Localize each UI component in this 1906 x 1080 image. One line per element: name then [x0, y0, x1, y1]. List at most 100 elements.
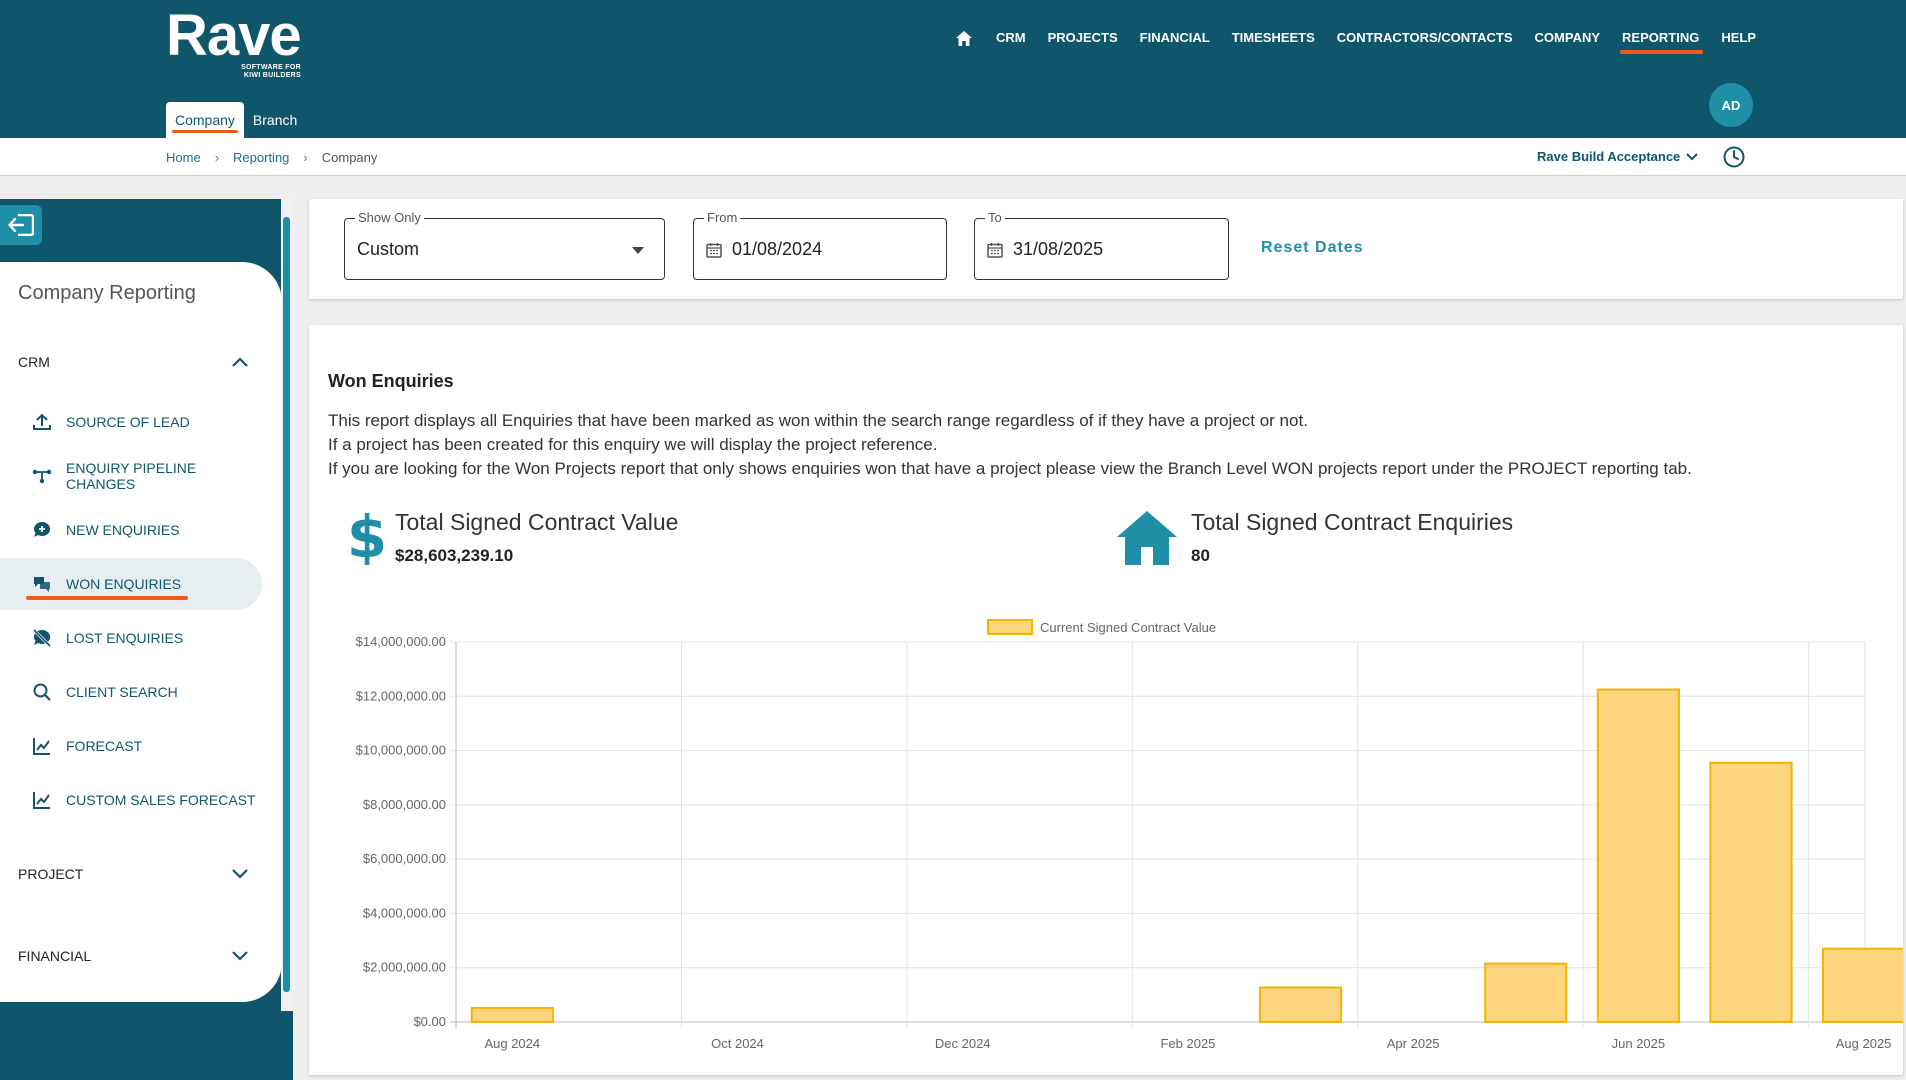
nav-company[interactable]: COMPANY: [1535, 26, 1600, 50]
nav-contractors-contacts[interactable]: CONTRACTORS/CONTACTS: [1337, 26, 1513, 50]
y-tick-label: $2,000,000.00: [363, 960, 446, 975]
clock-icon[interactable]: [1722, 145, 1746, 169]
bar-aug-2024[interactable]: [470, 1006, 554, 1023]
show-only-select[interactable]: Show Only Custom: [344, 210, 665, 280]
breadcrumb-home[interactable]: Home: [166, 150, 201, 165]
report-desc-line: If you are looking for the Won Projects …: [328, 459, 1692, 478]
section-project-label: PROJECT: [18, 866, 84, 882]
kpi-total-enquiries: Total Signed Contract Enquiries 80: [1115, 509, 1513, 566]
to-date-value: 31/08/2025: [1013, 239, 1104, 259]
show-only-value: Custom: [357, 239, 420, 259]
sidebar-item-lost-enquiries[interactable]: LOST ENQUIRIES: [0, 612, 262, 664]
chat-bubbles-icon: [34, 577, 50, 592]
won-enquiries-bar-chart: $0.00 $2,000,000.00 $4,000,000.00 $6,000,00…: [356, 619, 1903, 1051]
section-crm-header[interactable]: CRM: [18, 354, 248, 370]
sidebar-panel: Company Reporting CRM SOURCE OF LEAD ENQ…: [0, 262, 282, 1002]
from-date-value: 01/08/2024: [732, 239, 823, 259]
section-crm-label: CRM: [18, 354, 50, 370]
bar-may-2025[interactable]: [1484, 962, 1568, 1023]
x-tick-label: Oct 2024: [711, 1036, 764, 1051]
chevron-down-icon: [232, 869, 248, 879]
top-navigation: CRM PROJECTS FINANCIAL TIMESHEETS CONTRA…: [954, 26, 1756, 54]
rave-logo[interactable]: Rave SOFTWARE FOR KIWI BUILDERS: [166, 3, 306, 80]
y-tick-label: $6,000,000.00: [363, 851, 446, 866]
y-tick-label: $0.00: [413, 1014, 446, 1029]
sidebar-item-new-enquiries[interactable]: NEW ENQUIRIES: [0, 504, 262, 556]
x-tick-label: Jun 2025: [1612, 1036, 1666, 1051]
nav-projects[interactable]: PROJECTS: [1048, 26, 1118, 50]
calendar-icon: [706, 242, 722, 258]
date-filter-card: Show Only Custom From 01/08/2024 To 31/0…: [309, 199, 1903, 299]
sidebar-scrollbar-thumb[interactable]: [283, 217, 290, 992]
chat-off-icon: [32, 628, 52, 648]
bar-aug-2025[interactable]: [1822, 947, 1903, 1024]
breadcrumb: Home › Reporting › Company: [166, 150, 377, 165]
nav-crm[interactable]: CRM: [996, 26, 1026, 50]
reporting-subtabs: Company Branch: [166, 102, 306, 138]
calendar-icon: [987, 242, 1003, 258]
sidebar-item-custom-sales-forecast[interactable]: CUSTOM SALES FORECAST: [0, 774, 262, 826]
show-only-label: Show Only: [355, 210, 424, 225]
to-date-field[interactable]: To 31/08/2025: [974, 210, 1229, 280]
sidebar-item-label: WON ENQUIRIES: [66, 576, 182, 592]
y-tick-label: $8,000,000.00: [363, 797, 446, 812]
chevron-up-icon: [232, 357, 248, 367]
sidebar-item-won-enquiries[interactable]: WON ENQUIRIES: [0, 558, 262, 610]
tab-company[interactable]: Company: [166, 102, 244, 138]
report-desc-line: This report displays all Enquiries that …: [328, 411, 1308, 430]
legend-swatch: [987, 619, 1033, 635]
nav-help[interactable]: HELP: [1721, 26, 1756, 50]
logo-tagline-2: KIWI BUILDERS: [243, 72, 301, 79]
nav-financial[interactable]: FINANCIAL: [1140, 26, 1210, 50]
y-tick-label: $14,000,000.00: [356, 634, 446, 649]
section-project-header[interactable]: PROJECT: [18, 866, 248, 882]
dollar-icon: $: [351, 509, 383, 565]
report-title: Won Enquiries: [328, 371, 454, 391]
nav-reporting[interactable]: REPORTING: [1620, 26, 1704, 54]
section-financial-label: FINANCIAL: [18, 948, 92, 964]
nav-timesheets[interactable]: TIMESHEETS: [1232, 26, 1315, 50]
x-tick-label: Feb 2025: [1160, 1036, 1215, 1051]
chat-plus-icon: [34, 521, 51, 537]
from-date-field[interactable]: From 01/08/2024: [693, 210, 947, 280]
bar-mar-2025[interactable]: [1258, 986, 1343, 1023]
breadcrumb-current: Company: [321, 150, 378, 165]
chart-y-ticks: $0.00 $2,000,000.00 $4,000,000.00 $6,000,00…: [356, 634, 446, 1029]
bar-jul-2025[interactable]: [1709, 761, 1793, 1024]
tab-branch[interactable]: Branch: [244, 102, 306, 138]
x-tick-label: Aug 2024: [484, 1036, 540, 1051]
chart-line-icon: [33, 792, 50, 809]
upload-icon: [33, 413, 51, 430]
kpi-total-enquiries-text: Total Signed Contract Enquiries 80: [1191, 509, 1513, 566]
sidebar-item-source-of-lead[interactable]: SOURCE OF LEAD: [0, 396, 262, 448]
branch-selector[interactable]: Rave Build Acceptance: [1537, 149, 1699, 164]
home-icon[interactable]: [954, 26, 974, 50]
kpi-total-enquiries-title: Total Signed Contract Enquiries: [1191, 509, 1514, 535]
sidebar-item-forecast[interactable]: FORECAST: [0, 720, 262, 772]
chart-legend[interactable]: Current Signed Contract Value: [987, 619, 1216, 635]
x-tick-label: Dec 2024: [935, 1036, 991, 1051]
collapse-sidebar-button[interactable]: [0, 205, 42, 245]
sidebar-title: Company Reporting: [18, 282, 196, 304]
report-description: This report displays all Enquiries that …: [328, 409, 1692, 481]
sidebar-item-label: NEW ENQUIRIES: [66, 522, 180, 538]
logo-wordmark: Rave: [166, 3, 302, 68]
sidebar-item-enquiry-pipeline-changes[interactable]: ENQUIRY PIPELINE CHANGES: [0, 450, 262, 502]
sidebar-item-client-search[interactable]: CLIENT SEARCH: [0, 666, 262, 718]
section-financial-header[interactable]: FINANCIAL: [18, 948, 248, 964]
x-tick-label: Apr 2025: [1387, 1036, 1440, 1051]
x-tick-label: Aug 2025: [1836, 1036, 1892, 1051]
sidebar-item-label: ENQUIRY PIPELINE CHANGES: [66, 460, 197, 492]
user-avatar[interactable]: AD: [1709, 83, 1753, 127]
breadcrumb-reporting[interactable]: Reporting: [233, 150, 289, 165]
kpi-total-value-amount: $28,603,239.10: [395, 546, 514, 565]
breadcrumb-separator: ›: [303, 150, 308, 165]
y-tick-label: $10,000,000.00: [356, 743, 446, 758]
sidebar-item-label: LOST ENQUIRIES: [66, 630, 184, 646]
dropdown-caret-icon: [632, 247, 644, 254]
bar-jun-2025[interactable]: [1596, 688, 1680, 1023]
sidebar-item-label: SOURCE OF LEAD: [66, 414, 190, 430]
y-tick-label: $12,000,000.00: [356, 688, 446, 703]
from-date-content: 01/08/2024: [706, 239, 822, 260]
reset-dates-button[interactable]: Reset Dates: [1261, 239, 1364, 257]
